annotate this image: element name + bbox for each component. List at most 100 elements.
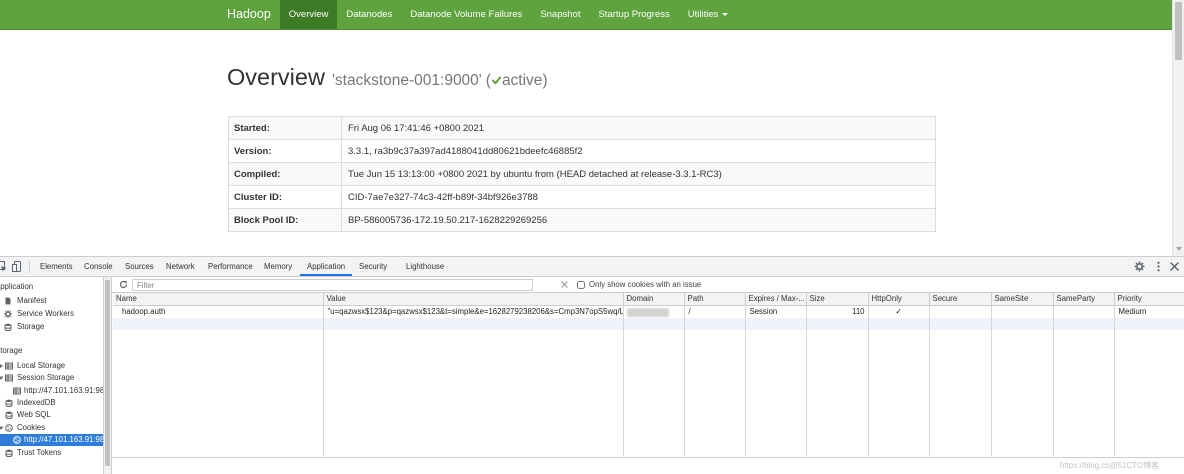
hadoop-page: Hadoop Overview Datanodes Datanode Volum… (0, 0, 1184, 256)
more-options-kebab-icon[interactable] (1153, 261, 1164, 272)
namenode-address: 'stackstone-001:9000' (331, 72, 482, 89)
cookie-cell-expires[interactable]: Session (745, 305, 807, 318)
column-header-value[interactable]: Value (323, 293, 624, 306)
devtools-tabbar: Elements Console Sources Network Perform… (0, 257, 1184, 277)
tab-lighthouse[interactable]: Lighthouse (406, 257, 444, 276)
empty-cell (991, 330, 1054, 456)
info-value: Tue Jun 15 13:13:00 +0800 2021 by ubuntu… (341, 162, 936, 186)
cookie-cell-priority[interactable]: Medium (1114, 305, 1184, 318)
column-header-name[interactable]: Name (113, 293, 324, 306)
column-header-secure[interactable]: Secure (929, 293, 992, 306)
column-header-size[interactable]: Size (806, 293, 869, 306)
sidebar-item-local-storage[interactable]: Local Storage (0, 360, 103, 372)
nav-snapshot[interactable]: Snapshot (531, 0, 589, 29)
empty-cell (1114, 318, 1184, 330)
nav-datanodes[interactable]: Datanodes (337, 0, 401, 29)
page-scrollbar[interactable] (1172, 0, 1184, 256)
sidebar-item-label: Trust Tokens (17, 448, 62, 457)
cookie-cell-samesite[interactable] (991, 305, 1054, 318)
settings-gear-icon[interactable] (1134, 261, 1145, 272)
database-icon (5, 449, 13, 457)
cookie-cell-size[interactable]: 110 (806, 305, 869, 318)
column-header-expires[interactable]: Expires / Max-... (745, 293, 807, 306)
clear-filter-icon[interactable] (561, 281, 568, 288)
column-header-sameparty[interactable]: SameParty (1053, 293, 1115, 306)
tab-network[interactable]: Network (166, 257, 195, 276)
cookie-cell-secure[interactable] (929, 305, 992, 318)
empty-cell (1053, 318, 1115, 330)
cookie-cell-path[interactable]: / (684, 305, 746, 318)
info-label: Block Pool ID: (228, 208, 342, 232)
sidebar-item-label: Manifest (17, 296, 47, 305)
navbar: Hadoop Overview Datanodes Datanode Volum… (0, 0, 1172, 30)
nav-startup-progress[interactable]: Startup Progress (589, 0, 678, 29)
database-icon (5, 411, 13, 419)
nav-datanode-volume-failures[interactable]: Datanode Volume Failures (401, 0, 531, 29)
tab-console[interactable]: Console (84, 257, 113, 276)
sidebar-item-cookies-origin[interactable]: http://47.101.163.91:98 (0, 434, 103, 446)
column-header-priority[interactable]: Priority (1114, 293, 1184, 306)
refresh-icon[interactable] (119, 280, 128, 289)
sidebar-item-label: http://47.101.163.91:98 (24, 386, 104, 395)
tab-memory[interactable]: Memory (264, 257, 292, 276)
tab-security[interactable]: Security (359, 257, 387, 276)
only-issues-checkbox[interactable] (577, 281, 585, 289)
nav-overview[interactable]: Overview (279, 0, 338, 29)
scroll-down-arrow-icon[interactable] (1176, 247, 1182, 251)
column-header-path[interactable]: Path (684, 293, 746, 306)
database-icon (4, 323, 12, 331)
page-title: Overview 'stackstone-001:9000' ( active … (227, 64, 548, 91)
column-header-samesite[interactable]: SameSite (991, 293, 1054, 306)
sidebar-item-label: Storage (17, 322, 45, 331)
chevron-right-icon[interactable] (0, 363, 4, 369)
sidebar-item-label: Web SQL (17, 410, 51, 419)
info-row-started: Started: Fri Aug 06 17:41:46 +0800 2021 (228, 116, 936, 140)
sidebar-item-web-sql[interactable]: Web SQL (0, 409, 103, 421)
check-icon (491, 76, 501, 85)
tab-sources[interactable]: Sources (125, 257, 154, 276)
info-label: Cluster ID: (228, 185, 342, 209)
cookie-cell-sameparty[interactable] (1053, 305, 1115, 318)
sidebar-item-trust-tokens[interactable]: Trust Tokens (0, 447, 103, 459)
sidebar-item-service-workers[interactable]: Service Workers (0, 308, 103, 320)
chevron-down-icon[interactable] (0, 425, 4, 431)
sidebar-item-indexeddb[interactable]: IndexedDB (0, 397, 103, 409)
tab-elements[interactable]: Elements (40, 257, 73, 276)
page-title-text: Overview (227, 64, 325, 90)
sidebar-scrollbar[interactable] (104, 277, 112, 474)
screen: Hadoop Overview Datanodes Datanode Volum… (0, 0, 1184, 474)
nav-utilities[interactable]: Utilities (679, 0, 738, 29)
sidebar-item-label: Cookies (17, 423, 46, 432)
grid-icon (5, 362, 13, 370)
sidebar-item-manifest[interactable]: Manifest (0, 295, 103, 307)
sidebar-scrollbar-thumb[interactable] (105, 280, 110, 466)
cookie-filter-input[interactable] (132, 279, 533, 291)
sidebar-item-storage-overview[interactable]: Storage (0, 321, 103, 333)
cookie-cell-domain[interactable] (623, 305, 685, 318)
empty-cell (806, 318, 869, 330)
navbar-brand[interactable]: Hadoop (218, 0, 280, 29)
chevron-down-icon[interactable] (0, 375, 4, 381)
sidebar-item-session-storage[interactable]: Session Storage (0, 372, 103, 384)
info-label: Started: (228, 116, 342, 140)
page-scrollbar-thumb[interactable] (1175, 2, 1182, 60)
device-toggle-icon[interactable] (12, 261, 23, 272)
column-header-domain[interactable]: Domain (623, 293, 685, 306)
application-sidebar: Application Manifest Service Workers Sto… (0, 277, 104, 474)
cookie-cell-name[interactable]: hadoop.auth (113, 305, 324, 318)
table-filler (113, 330, 1184, 456)
sidebar-item-session-storage-origin[interactable]: http://47.101.163.91:98 (0, 385, 103, 397)
close-icon[interactable] (1169, 261, 1180, 272)
tab-performance[interactable]: Performance (208, 257, 253, 276)
info-value: Fri Aug 06 17:41:46 +0800 2021 (341, 116, 936, 140)
inspect-element-icon[interactable] (0, 261, 7, 272)
cookie-row[interactable]: hadoop.auth "u=qazwsx$123&p=qazwsx$123&t… (113, 305, 1184, 318)
cookie-cell-value[interactable]: "u=qazwsx$123&p=qazwsx$123&t=simple&e=16… (323, 305, 624, 318)
cookie-preview-divider[interactable] (112, 457, 1184, 458)
sidebar-item-cookies[interactable]: Cookies (0, 422, 103, 434)
empty-cell (929, 330, 992, 456)
column-header-httponly[interactable]: HttpOnly (868, 293, 930, 306)
cookie-cell-httponly[interactable]: ✓ (868, 305, 930, 318)
only-issues-label[interactable]: Only show cookies with an issue (589, 277, 701, 293)
status-open-paren: ( (485, 72, 491, 89)
